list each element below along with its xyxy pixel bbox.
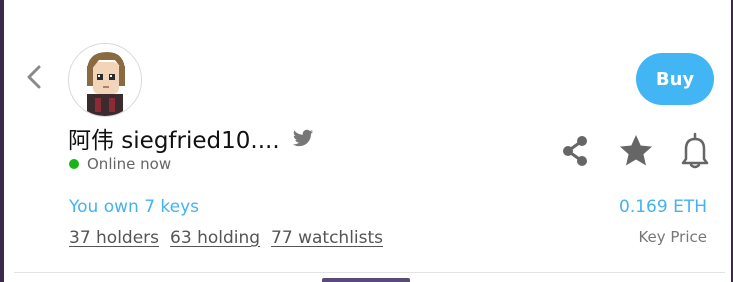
back-button[interactable] — [20, 60, 50, 94]
share-button[interactable] — [558, 132, 592, 170]
window-edge-left — [0, 0, 4, 282]
star-icon — [620, 135, 652, 166]
stats-row: 37 holders 63 holding 77 watchlists — [69, 228, 383, 248]
notify-button[interactable] — [678, 132, 712, 170]
holding-link[interactable]: 63 holding — [170, 228, 260, 248]
divider — [14, 272, 725, 273]
buy-button[interactable]: Buy — [636, 53, 714, 105]
favorite-button[interactable] — [617, 132, 652, 170]
online-dot — [69, 159, 79, 169]
chevron-left-icon — [27, 65, 41, 89]
key-price-value: 0.169 ETH — [619, 197, 707, 217]
bell-icon — [681, 132, 709, 169]
share-icon — [563, 136, 587, 166]
holders-link[interactable]: 37 holders — [69, 228, 159, 248]
avatar[interactable] — [68, 43, 142, 117]
avatar-image — [69, 44, 141, 116]
bottom-tab-indicator — [322, 278, 410, 282]
status-text: Online now — [87, 155, 172, 173]
key-price-label: Key Price — [638, 228, 707, 246]
profile-name-row: 阿伟 siegfried10.... — [68, 120, 314, 156]
twitter-icon[interactable] — [292, 127, 314, 149]
watchlists-link[interactable]: 77 watchlists — [271, 228, 383, 248]
profile-name: 阿伟 siegfried10.... — [68, 128, 280, 154]
own-keys-text: You own 7 keys — [69, 197, 200, 217]
online-status: Online now — [69, 155, 171, 173]
